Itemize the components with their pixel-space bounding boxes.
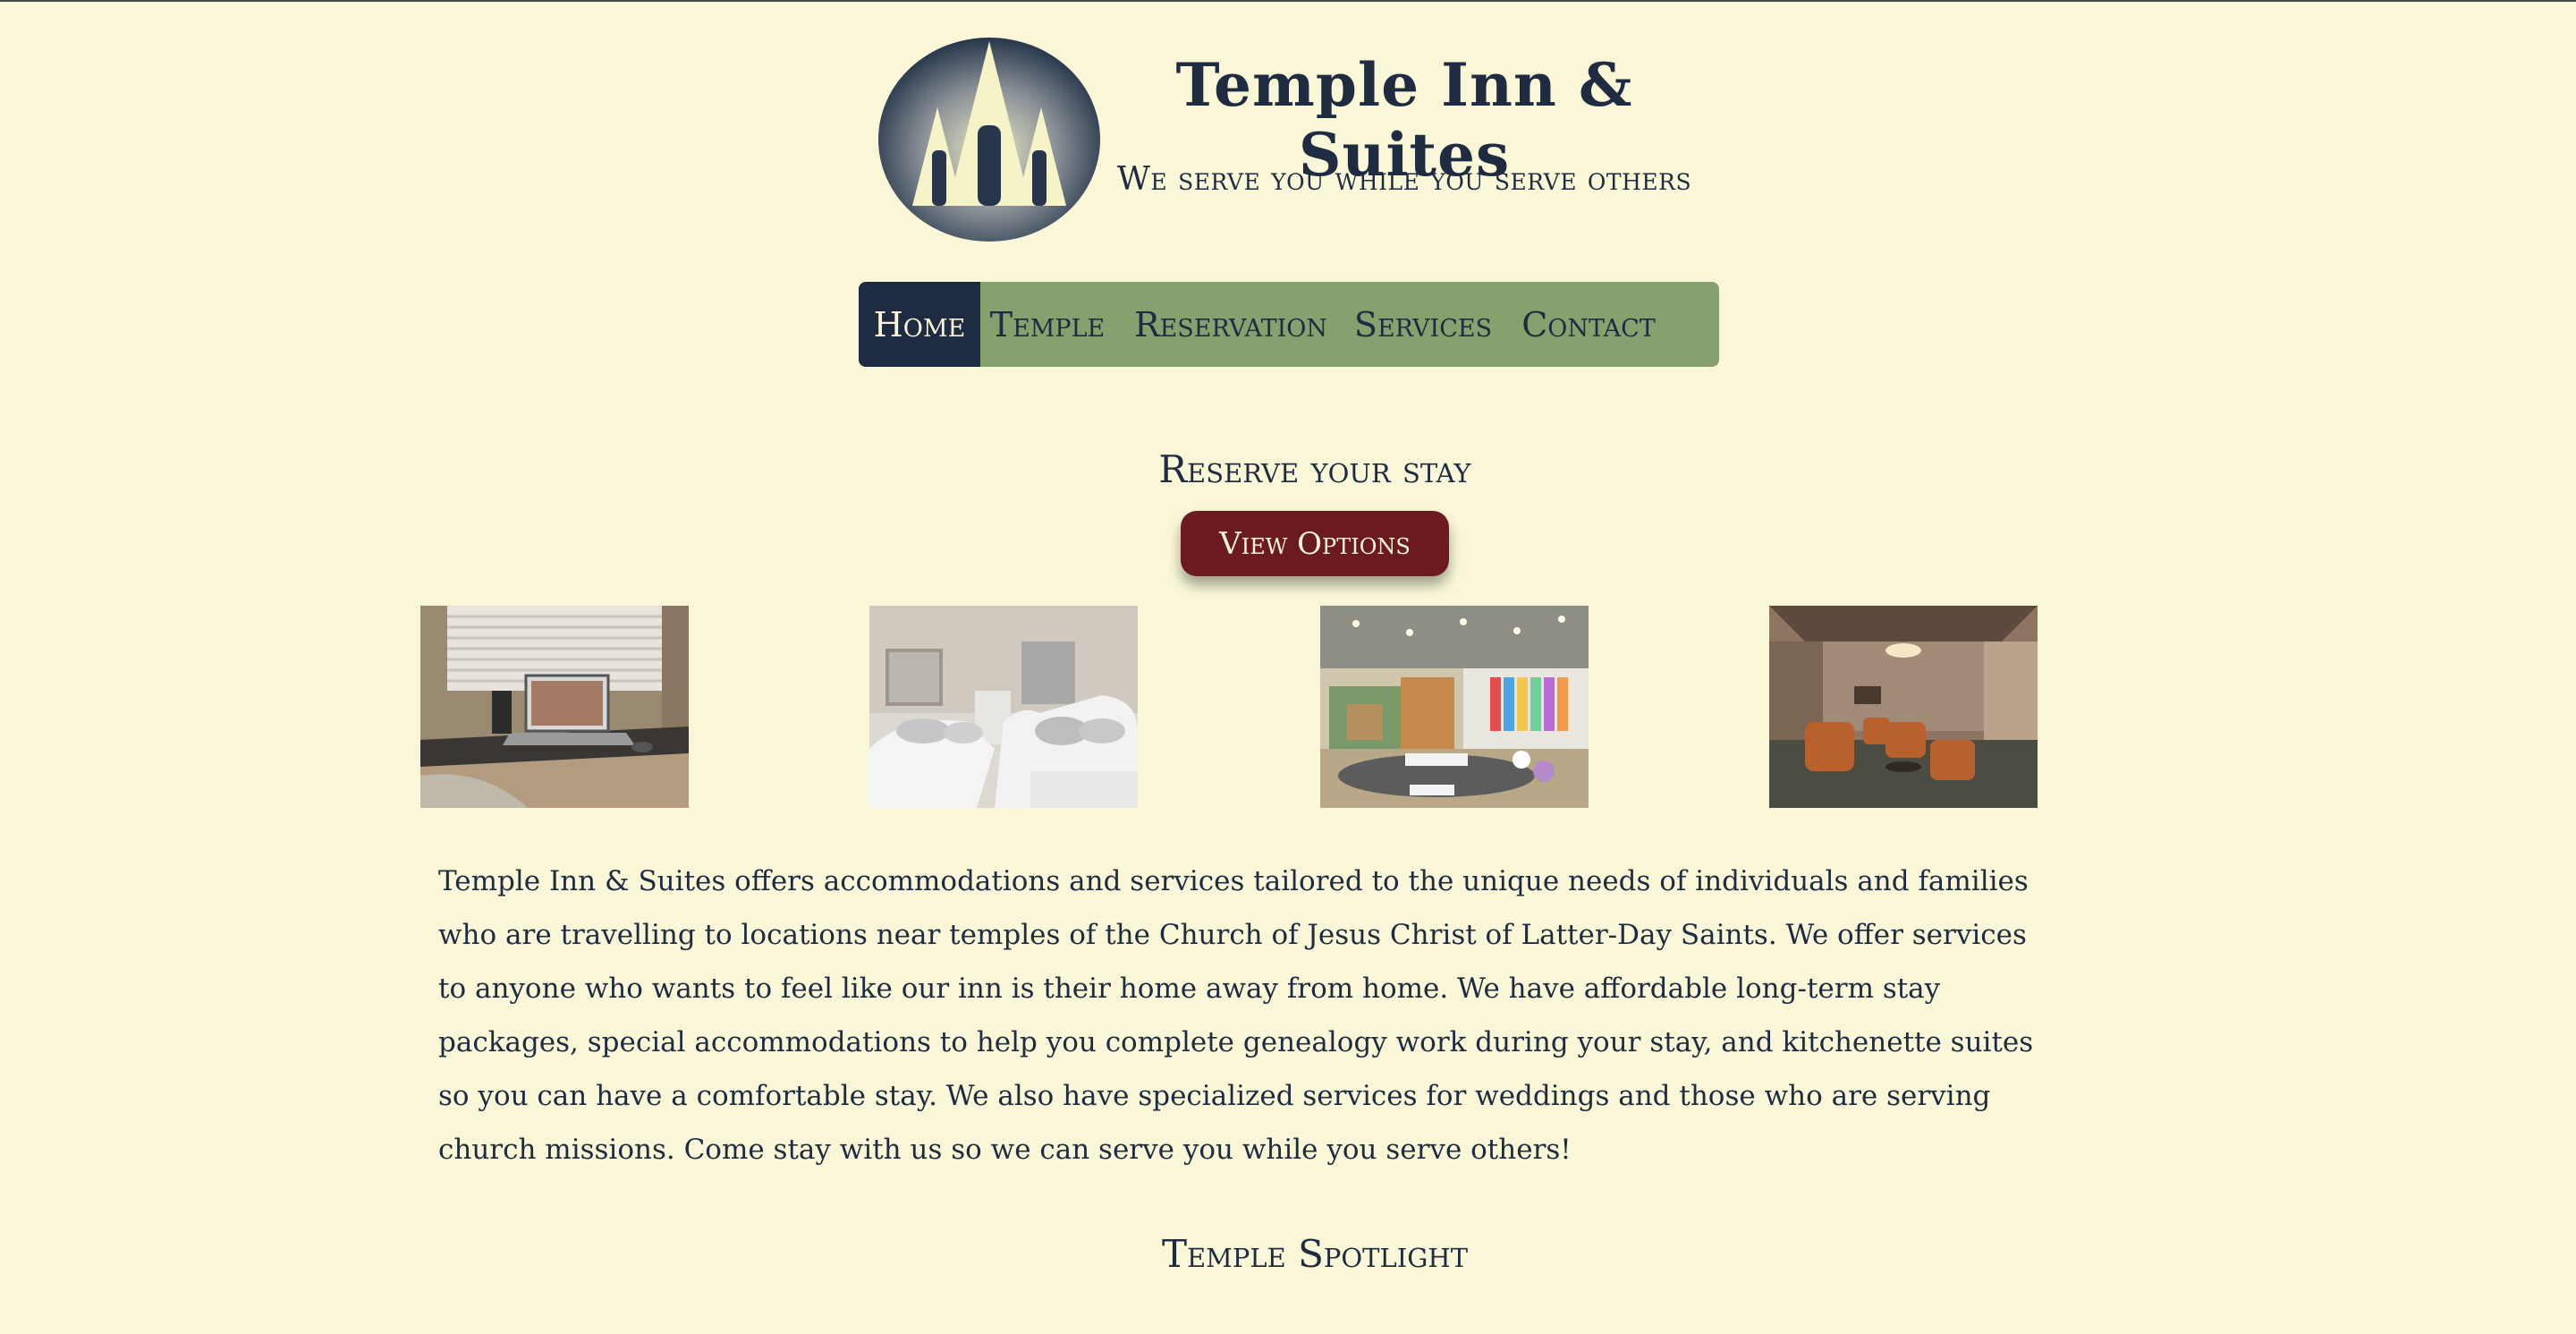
desk-laptop-photo — [420, 606, 689, 808]
temple-spotlight-heading: Temple Spotlight — [1161, 1232, 1469, 1276]
view-options-button[interactable]: View Options — [1181, 511, 1449, 576]
nav-item-contact[interactable]: Contact — [1499, 282, 1678, 367]
page: Temple Inn & Suites We serve you while y… — [0, 0, 2576, 1334]
kids-playroom-photo — [1320, 606, 1589, 808]
nav-item-services[interactable]: Services — [1347, 282, 1499, 367]
temple-logo[interactable] — [877, 36, 1102, 243]
nav-item-home[interactable]: Home — [859, 282, 980, 367]
reserve-heading: Reserve your stay — [1158, 447, 1471, 491]
main-nav: Home Temple Reservation Services Contact — [859, 282, 1719, 367]
site-tagline: We serve you while you serve others — [1116, 161, 1692, 198]
nav-item-temple[interactable]: Temple — [980, 282, 1114, 367]
nav-item-reservation[interactable]: Reservation — [1114, 282, 1347, 367]
twin-beds-photo — [869, 606, 1138, 808]
intro-paragraph: Temple Inn & Suites offers accommodation… — [438, 865, 2034, 1166]
lounge-armchairs-photo — [1769, 606, 2038, 808]
top-border — [0, 0, 2576, 2]
